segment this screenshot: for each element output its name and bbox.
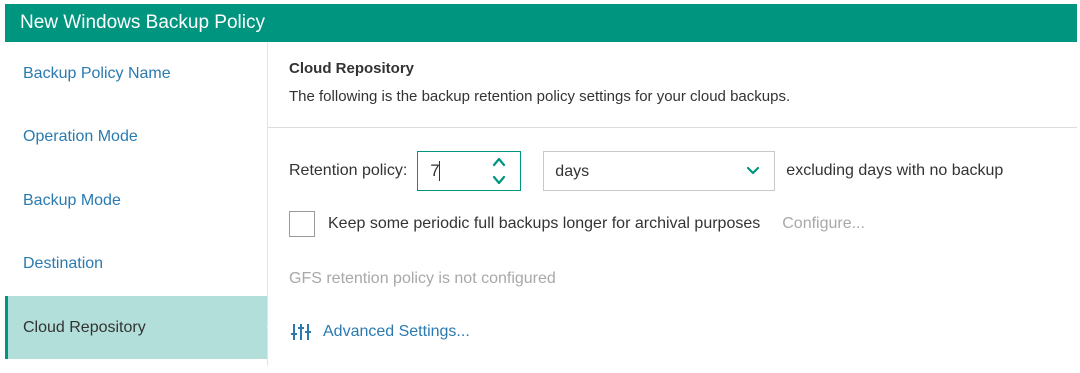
archival-checkbox[interactable] [289,211,315,237]
archival-row: Keep some periodic full backups longer f… [289,211,865,237]
stepper-arrows-icon[interactable] [492,156,506,186]
main-panel: Cloud Repository The following is the ba… [268,42,1077,366]
archival-label[interactable]: Keep some periodic full backups longer f… [328,215,760,233]
sidebar-item-backup-mode[interactable]: Backup Mode [5,169,267,232]
window-title: New Windows Backup Policy [5,4,1077,42]
chevron-down-icon [747,166,760,175]
sliders-icon [291,324,311,340]
sidebar-item-destination[interactable]: Destination [5,232,267,295]
active-indicator [5,296,8,359]
wizard-sidebar: Backup Policy Name Operation Mode Backup… [5,42,275,366]
retention-unit-select[interactable]: days [543,151,776,191]
retention-suffix: excluding days with no backup [786,162,1004,179]
retention-label: Retention policy: [289,162,408,179]
retention-unit-value: days [555,163,590,180]
sidebar-item-label: Cloud Repository [23,319,146,336]
retention-row: Retention policy: 7 days excluding days … [289,150,1003,192]
text-cursor [439,161,441,181]
retention-value-stepper[interactable]: 7 [417,151,522,191]
sidebar-item-operation-mode[interactable]: Operation Mode [5,105,267,168]
section-description: The following is the backup retention po… [289,88,791,105]
gfs-status-text: GFS retention policy is not configured [289,270,556,287]
configure-link[interactable]: Configure... [782,215,865,233]
sidebar-item-cloud-repository[interactable]: Cloud Repository [5,296,275,359]
section-header: Cloud Repository The following is the ba… [268,42,1077,128]
policy-window: New Windows Backup Policy Backup Policy … [5,4,1077,366]
sidebar-item-backup-policy-name[interactable]: Backup Policy Name [5,42,267,105]
advanced-settings-label: Advanced Settings... [323,323,470,340]
section-title: Cloud Repository [289,60,415,77]
advanced-settings-link[interactable]: Advanced Settings... [291,322,470,342]
